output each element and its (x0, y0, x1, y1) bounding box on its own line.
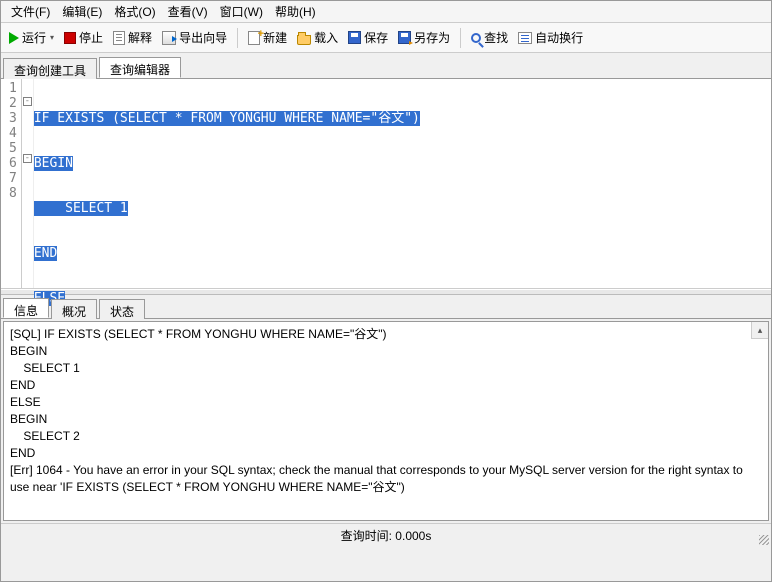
menu-format[interactable]: 格式(O) (108, 1, 161, 22)
load-label: 载入 (314, 29, 338, 46)
line-number: 6 (9, 156, 17, 171)
code-line: IF EXISTS (SELECT * FROM YONGHU WHERE NA… (34, 111, 420, 126)
tab-query-builder[interactable]: 查询创建工具 (3, 58, 97, 79)
save-button[interactable]: 保存 (344, 27, 392, 48)
code-line: BEGIN (34, 156, 73, 171)
scroll-up-icon[interactable]: ▴ (751, 322, 768, 339)
load-button[interactable]: 载入 (293, 27, 342, 48)
stop-button[interactable]: 停止 (60, 27, 107, 48)
line-number: 4 (9, 126, 17, 141)
play-icon (9, 32, 19, 44)
dropdown-icon: ▾ (50, 33, 54, 42)
query-time-label: 查询时间: 0.000s (341, 527, 432, 544)
menubar: 文件(F) 编辑(E) 格式(O) 查看(V) 窗口(W) 帮助(H) (1, 1, 771, 23)
result-line: ELSE (10, 394, 762, 411)
export-wizard-button[interactable]: 导出向导 (158, 27, 231, 48)
line-number: 7 (9, 171, 17, 186)
toolbar-separator (460, 28, 461, 48)
result-line: [Err] 1064 - You have an error in your S… (10, 462, 762, 496)
line-gutter: 1 2 3 4 5 6 7 8 (1, 79, 22, 288)
tab-profile[interactable]: 概况 (51, 299, 97, 319)
fold-toggle-icon[interactable]: - (23, 154, 32, 163)
result-line: BEGIN (10, 411, 762, 428)
export-label: 导出向导 (179, 29, 227, 46)
menu-file[interactable]: 文件(F) (5, 1, 56, 22)
menu-window[interactable]: 窗口(W) (214, 1, 269, 22)
result-line: SELECT 1 (10, 360, 762, 377)
save-as-icon (398, 31, 411, 44)
new-icon (248, 31, 260, 45)
tab-query-editor[interactable]: 查询编辑器 (99, 57, 181, 78)
menu-edit[interactable]: 编辑(E) (56, 1, 108, 22)
fold-column: - - (22, 79, 34, 288)
editor-tabs: 查询创建工具 查询编辑器 (1, 53, 771, 79)
search-icon (471, 33, 481, 43)
wrap-label: 自动换行 (535, 29, 583, 46)
result-line: SELECT 2 (10, 428, 762, 445)
run-button[interactable]: 运行 ▾ (5, 27, 58, 48)
save-as-label: 另存为 (414, 29, 450, 46)
explain-icon (113, 31, 125, 45)
fold-toggle-icon[interactable]: - (23, 97, 32, 106)
save-icon (348, 31, 361, 44)
new-button[interactable]: 新建 (244, 27, 291, 48)
toolbar: 运行 ▾ 停止 解释 导出向导 新建 载入 保存 另存为 查找 自动换行 (1, 23, 771, 53)
result-pane[interactable]: ▴ [SQL] IF EXISTS (SELECT * FROM YONGHU … (3, 321, 769, 521)
wrap-icon (518, 32, 532, 44)
find-label: 查找 (484, 29, 508, 46)
toolbar-separator (237, 28, 238, 48)
find-button[interactable]: 查找 (467, 27, 512, 48)
tab-info[interactable]: 信息 (3, 298, 49, 318)
save-as-button[interactable]: 另存为 (394, 27, 454, 48)
auto-wrap-button[interactable]: 自动换行 (514, 27, 587, 48)
code-editor[interactable]: 1 2 3 4 5 6 7 8 - - IF EXISTS (SELECT * … (1, 79, 771, 289)
line-number: 1 (9, 81, 17, 96)
export-icon (162, 31, 176, 45)
menu-view[interactable]: 查看(V) (162, 1, 214, 22)
result-line: [SQL] IF EXISTS (SELECT * FROM YONGHU WH… (10, 326, 762, 343)
explain-button[interactable]: 解释 (109, 27, 156, 48)
load-icon (297, 35, 311, 45)
code-line: END (34, 246, 57, 261)
menu-help[interactable]: 帮助(H) (269, 1, 322, 22)
result-line: END (10, 445, 762, 462)
line-number: 3 (9, 111, 17, 126)
result-line: BEGIN (10, 343, 762, 360)
line-number: 5 (9, 141, 17, 156)
line-number: 8 (9, 186, 17, 201)
code-content[interactable]: IF EXISTS (SELECT * FROM YONGHU WHERE NA… (34, 79, 420, 288)
run-label: 运行 (22, 29, 46, 46)
tab-status[interactable]: 状态 (99, 299, 145, 319)
statusbar: 查询时间: 0.000s (1, 523, 771, 547)
new-label: 新建 (263, 29, 287, 46)
stop-label: 停止 (79, 29, 103, 46)
save-label: 保存 (364, 29, 388, 46)
stop-icon (64, 32, 76, 44)
line-number: 2 (9, 96, 17, 111)
explain-label: 解释 (128, 29, 152, 46)
code-line: SELECT 1 (34, 201, 128, 216)
result-line: END (10, 377, 762, 394)
